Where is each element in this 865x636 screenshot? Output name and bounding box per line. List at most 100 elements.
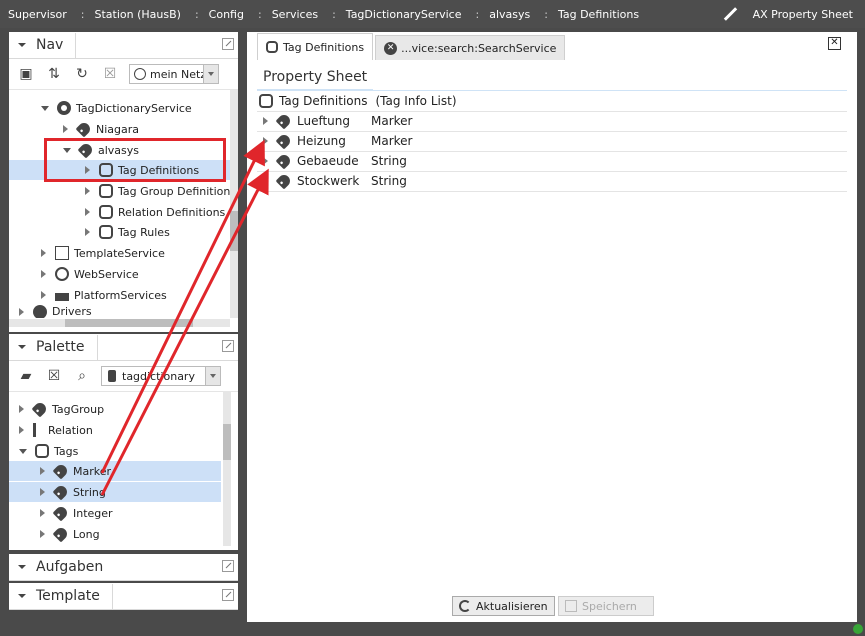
save-button-label: Speichern (582, 599, 637, 613)
tree-item-label: Niagara (96, 122, 140, 136)
module-combo[interactable]: tagdictionary (101, 366, 221, 386)
chevron-down-icon[interactable] (203, 65, 218, 83)
tree-item[interactable]: TagDictionaryService (41, 98, 192, 118)
tag-icon (52, 483, 70, 501)
breadcrumb-tag-definitions[interactable]: Tag Definitions (558, 8, 639, 21)
expand-toggle[interactable] (41, 105, 49, 111)
property-row[interactable]: Lueftung Marker (257, 111, 847, 132)
open-folder-icon[interactable]: ▰ (17, 367, 35, 385)
tree-item[interactable]: TemplateService (41, 243, 165, 263)
palette-item-label: String (73, 485, 106, 499)
expand-toggle[interactable] (40, 509, 45, 517)
collapse-caret-icon[interactable] (18, 565, 26, 569)
nav-vertical-scrollbar[interactable] (230, 89, 238, 318)
breadcrumb-tagdictionaryservice[interactable]: TagDictionaryService (346, 8, 462, 21)
expand-toggle[interactable] (263, 177, 268, 185)
breadcrumb-supervisor[interactable]: Supervisor (8, 8, 67, 21)
view-selector[interactable]: AX Property Sheet (723, 0, 853, 28)
sync-icon[interactable]: ⇅ (45, 65, 63, 83)
expand-toggle[interactable] (19, 426, 24, 434)
collapse-caret-icon[interactable] (18, 345, 26, 349)
palette-panel-title: Palette (36, 339, 85, 355)
palette-item[interactable]: TagGroup (19, 399, 104, 419)
highlight-box (44, 138, 226, 182)
collapse-caret-icon[interactable] (18, 43, 26, 47)
maximize-icon[interactable] (222, 560, 234, 572)
tree-item[interactable]: Niagara (63, 119, 139, 139)
close-tab-icon[interactable]: ✕ (384, 41, 398, 55)
palette-item-selected[interactable]: String (9, 482, 221, 502)
expand-toggle[interactable] (63, 125, 68, 133)
property-row[interactable]: Heizung Marker (257, 131, 847, 152)
nav-horizontal-scrollbar[interactable] (9, 319, 230, 327)
tree-item[interactable]: Drivers (19, 305, 92, 318)
view-selector-label[interactable]: AX Property Sheet (753, 8, 853, 21)
expand-toggle[interactable] (40, 488, 45, 496)
new-tab-icon[interactable]: ▣ (17, 65, 35, 83)
property-row[interactable]: Stockwerk String (257, 171, 847, 192)
palette-item-label: TagGroup (52, 402, 105, 416)
tree-item[interactable]: Relation Definitions (85, 202, 225, 222)
maximize-icon[interactable] (222, 589, 234, 601)
expand-toggle[interactable] (40, 530, 45, 538)
property-root-row[interactable]: Tag Definitions (Tag Info List) (257, 91, 847, 112)
refresh-button[interactable]: Aktualisieren (452, 596, 555, 616)
refresh-icon[interactable]: ↻ (73, 65, 91, 83)
breadcrumb-alvasys[interactable]: alvasys (489, 8, 530, 21)
palette-item[interactable]: Long (40, 524, 100, 544)
expand-toggle[interactable] (263, 157, 268, 165)
palette-vertical-scrollbar[interactable] (223, 391, 231, 546)
palette-item[interactable]: Integer (40, 503, 113, 523)
tree-item-label: Drivers (52, 305, 92, 318)
tree-item[interactable]: WebService (41, 264, 139, 284)
tree-item[interactable]: Tag Group Definitions (85, 181, 236, 201)
palette-item-selected[interactable]: Marker (9, 461, 221, 481)
palette-item-label: Relation (48, 423, 93, 437)
expand-toggle[interactable] (41, 291, 46, 299)
tree-item[interactable]: Tag Rules (85, 222, 170, 242)
tab-tag-definitions[interactable]: Tag Definitions (257, 33, 374, 60)
palette-item[interactable]: Tags (19, 441, 78, 461)
expand-toggle[interactable] (263, 117, 268, 125)
expand-toggle[interactable] (85, 208, 90, 216)
expand-toggle[interactable] (19, 308, 24, 316)
gear-icon (57, 101, 71, 115)
globe-icon (55, 267, 69, 281)
expand-toggle[interactable] (85, 187, 90, 195)
find-icon[interactable]: ⌕ (73, 367, 91, 385)
tree-item[interactable]: PlatformServices (41, 285, 167, 305)
maximize-icon[interactable] (222, 340, 234, 352)
expand-toggle[interactable] (40, 467, 45, 475)
tree-item-label: TagDictionaryService (76, 101, 192, 115)
nav-panel-header[interactable]: Nav (9, 32, 238, 59)
property-row[interactable]: Gebaeude String (257, 151, 847, 172)
expand-toggle[interactable] (85, 228, 90, 236)
close-icon[interactable]: ☒ (101, 65, 119, 83)
breadcrumb-station[interactable]: Station (HausB) (95, 8, 181, 21)
close-icon[interactable]: ☒ (45, 367, 63, 385)
expand-toggle[interactable] (19, 448, 27, 454)
root-type: (Tag Info List) (375, 94, 457, 108)
collapse-caret-icon[interactable] (18, 594, 26, 598)
maximize-icon[interactable] (222, 38, 234, 50)
palette-item-label: Long (73, 527, 100, 541)
close-view-icon[interactable]: ✕ (828, 37, 841, 50)
aufgaben-panel: Aufgaben (9, 554, 238, 581)
expand-toggle[interactable] (263, 137, 268, 145)
breadcrumb-services[interactable]: Services (272, 8, 318, 21)
expand-toggle[interactable] (19, 405, 24, 413)
palette-item[interactable]: Relation (19, 420, 93, 440)
palette-item-label: Integer (73, 506, 113, 520)
save-button[interactable]: Speichern (558, 596, 654, 616)
palette-panel: Palette ▰ ☒ ⌕ tagdictionary TagGroup Rel… (9, 334, 238, 550)
chevron-down-icon[interactable] (205, 367, 220, 385)
expand-toggle[interactable] (41, 249, 46, 257)
breadcrumb-config[interactable]: Config (209, 8, 244, 21)
host-combo[interactable]: mein Netzw (129, 64, 219, 84)
template-panel-header[interactable]: Template (9, 583, 238, 610)
palette-panel-header[interactable]: Palette (9, 334, 238, 361)
tree-item-label: Relation Definitions (118, 205, 226, 219)
expand-toggle[interactable] (41, 270, 46, 278)
aufgaben-panel-header[interactable]: Aufgaben (9, 554, 238, 581)
tab-search-service[interactable]: ✕ ...vice:search:SearchService (375, 35, 566, 60)
